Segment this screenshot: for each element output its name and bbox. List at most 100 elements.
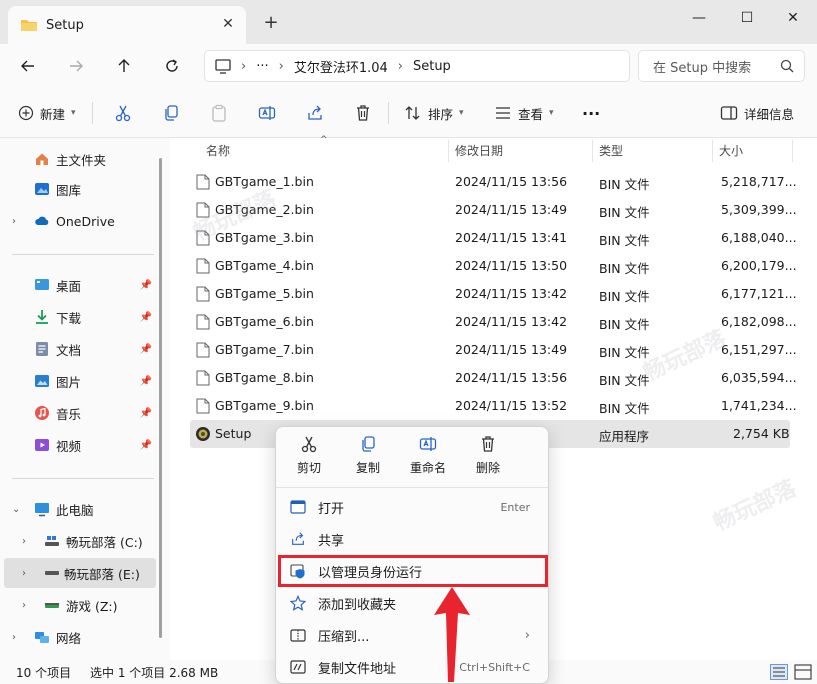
table-row[interactable]: GBTgame_8.bin 2024/11/15 13:56 BIN 文件 6,… xyxy=(190,364,797,392)
sidebar-item-onedrive[interactable]: › OneDrive xyxy=(0,206,156,236)
sidebar-item-label: 图库 xyxy=(56,182,82,198)
sidebar-item-downloads[interactable]: 下载 📌 xyxy=(0,302,156,332)
address-field[interactable]: › ··· › 艾尔登法环1.04 › Setup xyxy=(204,50,630,82)
pin-icon[interactable]: 📌 xyxy=(140,312,152,323)
back-button[interactable] xyxy=(14,52,42,80)
table-row[interactable]: GBTgame_6.bin 2024/11/15 13:42 BIN 文件 6,… xyxy=(190,308,797,336)
arrow-up-icon xyxy=(118,59,130,72)
close-window-button[interactable]: ✕ xyxy=(770,4,816,32)
table-row[interactable]: GBTgame_4.bin 2024/11/15 13:50 BIN 文件 6,… xyxy=(190,252,797,280)
forward-button[interactable] xyxy=(62,52,90,80)
sidebar-item-label: 畅玩部落 (C:) xyxy=(66,534,143,550)
column-header-name[interactable]: 名称 xyxy=(206,138,230,162)
copy-button[interactable] xyxy=(162,100,180,126)
pin-icon[interactable]: 📌 xyxy=(140,440,152,451)
sidebar-item-pictures[interactable]: 图片 📌 xyxy=(0,366,156,396)
context-copy-button[interactable]: 复制 xyxy=(338,435,398,481)
chevron-right-icon[interactable]: › xyxy=(22,568,26,579)
file-date: 2024/11/15 13:42 xyxy=(455,314,568,329)
sidebar-item-music[interactable]: 音乐 📌 xyxy=(0,398,156,428)
new-button[interactable]: 新建 ▾ xyxy=(18,100,76,126)
context-item-share[interactable]: 共享 xyxy=(280,524,544,554)
breadcrumb-item[interactable]: Setup xyxy=(413,59,451,74)
context-item-shortcut: Enter xyxy=(500,500,530,514)
table-row[interactable]: GBTgame_1.bin 2024/11/15 13:56 BIN 文件 5,… xyxy=(190,168,797,196)
cut-button[interactable] xyxy=(114,100,132,126)
sidebar-item-documents[interactable]: 文档 📌 xyxy=(0,334,156,364)
maximize-button[interactable]: ☐ xyxy=(724,4,770,32)
new-tab-button[interactable]: + xyxy=(260,12,282,34)
minimize-button[interactable]: — xyxy=(676,4,722,32)
table-row[interactable]: GBTgame_9.bin 2024/11/15 13:52 BIN 文件 1,… xyxy=(190,392,797,420)
breadcrumb-item[interactable]: 艾尔登法环1.04 xyxy=(294,57,388,76)
file-size: 6,177,121... xyxy=(721,286,797,301)
column-header-date[interactable]: 修改日期 xyxy=(455,138,503,162)
sidebar-item-desktop[interactable]: 桌面 📌 xyxy=(0,270,156,300)
cloud-icon xyxy=(35,216,49,225)
sidebar-item-drive-e[interactable]: › 畅玩部落 (E:) xyxy=(4,558,156,588)
tab-close-icon[interactable]: ✕ xyxy=(220,16,236,32)
file-name: GBTgame_1.bin xyxy=(215,174,314,189)
chevron-right-icon[interactable]: › xyxy=(22,600,26,611)
column-separator[interactable] xyxy=(792,140,793,162)
pin-icon[interactable]: 📌 xyxy=(140,344,152,355)
more-options-button[interactable]: ··· xyxy=(582,100,600,126)
trash-icon xyxy=(482,436,494,452)
breadcrumb-ellipsis[interactable]: ··· xyxy=(256,59,268,74)
refresh-button[interactable] xyxy=(158,52,186,80)
file-date: 2024/11/15 13:41 xyxy=(455,230,568,245)
table-row[interactable]: GBTgame_5.bin 2024/11/15 13:42 BIN 文件 6,… xyxy=(190,280,797,308)
context-delete-button[interactable]: 删除 xyxy=(458,435,518,481)
sidebar-item-drive-z[interactable]: › 游戏 (Z:) xyxy=(10,590,166,620)
column-separator[interactable] xyxy=(592,140,593,162)
sidebar-item-network[interactable]: › 网络 xyxy=(0,622,156,652)
column-header-size[interactable]: 大小 xyxy=(719,138,743,162)
chevron-right-icon[interactable]: › xyxy=(12,632,16,643)
context-rename-button[interactable]: 重命名 xyxy=(398,435,458,481)
file-name: GBTgame_7.bin xyxy=(215,342,314,357)
picture-icon xyxy=(35,375,49,387)
table-row[interactable]: GBTgame_3.bin 2024/11/15 13:41 BIN 文件 6,… xyxy=(190,224,797,252)
context-item-copy-path[interactable]: 复制文件地址 Ctrl+Shift+C xyxy=(280,652,544,682)
sidebar-item-home[interactable]: 主文件夹 xyxy=(0,144,156,174)
app-icon xyxy=(196,427,210,441)
chevron-down-icon[interactable]: ⌄ xyxy=(12,504,20,515)
sidebar-item-gallery[interactable]: 图库 xyxy=(0,174,156,204)
pin-icon[interactable]: 📌 xyxy=(140,408,152,419)
context-action-label: 重命名 xyxy=(409,461,446,475)
sidebar-item-label: 下载 xyxy=(56,310,82,326)
chevron-right-icon[interactable]: › xyxy=(12,216,16,227)
search-icon xyxy=(780,59,794,73)
column-separator[interactable] xyxy=(448,140,449,162)
column-header-type[interactable]: 类型 xyxy=(599,138,623,162)
chevron-right-icon: › xyxy=(278,58,284,74)
paste-button[interactable] xyxy=(210,100,228,126)
view-button[interactable]: 查看 ▾ xyxy=(494,100,554,126)
delete-button[interactable] xyxy=(354,100,372,126)
sidebar-item-videos[interactable]: 视频 📌 xyxy=(0,430,156,460)
scrollbar-thumb[interactable] xyxy=(159,158,162,638)
details-view-icon[interactable] xyxy=(770,664,788,680)
share-button[interactable] xyxy=(306,100,324,126)
search-input[interactable]: 在 Setup 中搜索 xyxy=(638,50,805,82)
pin-icon[interactable]: 📌 xyxy=(140,376,152,387)
tiles-view-icon[interactable] xyxy=(794,664,812,680)
arrow-right-icon xyxy=(70,60,83,72)
sidebar-item-drive-c[interactable]: › 畅玩部落 (C:) xyxy=(10,526,166,556)
chevron-right-icon[interactable]: › xyxy=(22,536,26,547)
table-row[interactable]: GBTgame_7.bin 2024/11/15 13:49 BIN 文件 6,… xyxy=(190,336,797,364)
context-item-open[interactable]: 打开 Enter xyxy=(280,492,544,522)
context-item-add-favorite[interactable]: 添加到收藏夹 xyxy=(280,588,544,618)
column-separator[interactable] xyxy=(712,140,713,162)
rename-button[interactable] xyxy=(258,100,276,126)
up-button[interactable] xyxy=(110,52,138,80)
details-button[interactable]: 详细信息 xyxy=(720,100,794,126)
context-item-compress[interactable]: 压缩到... › xyxy=(280,620,544,650)
sidebar-item-this-pc[interactable]: ⌄ 此电脑 xyxy=(0,494,156,524)
context-cut-button[interactable]: 剪切 xyxy=(279,435,339,481)
sort-button[interactable]: 排序 ▾ xyxy=(404,100,464,126)
pin-icon[interactable]: 📌 xyxy=(140,280,152,291)
table-row[interactable]: GBTgame_2.bin 2024/11/15 13:49 BIN 文件 5,… xyxy=(190,196,797,224)
tab-setup[interactable]: Setup ✕ xyxy=(8,6,246,44)
sidebar-scrollbar[interactable] xyxy=(158,150,164,640)
